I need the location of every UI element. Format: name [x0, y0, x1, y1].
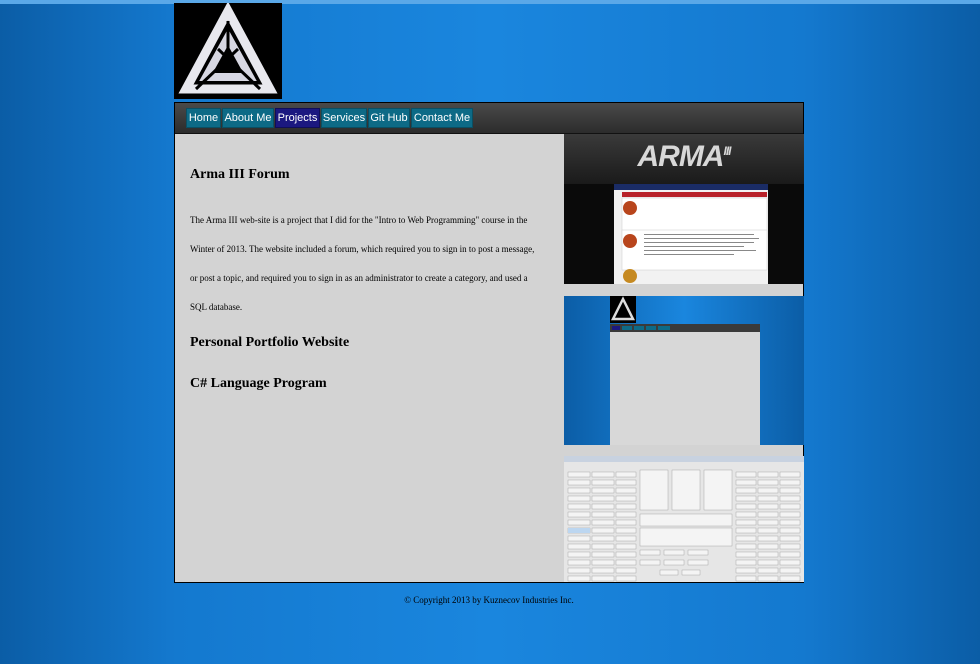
project-title-arma: Arma III Forum — [190, 167, 290, 182]
project-title-csharp: C# Language Program — [190, 376, 327, 391]
project-description-arma: The Arma III web-site is a project that … — [190, 215, 535, 312]
nav-contact-me[interactable]: Contact Me — [411, 108, 473, 128]
nav-services[interactable]: Services — [321, 108, 367, 128]
portfolio-screenshot[interactable] — [564, 296, 804, 445]
site-logo[interactable] — [174, 1, 282, 99]
footer-copyright: © Copyright 2013 by Kuznecov Industries … — [404, 595, 574, 605]
nav-projects[interactable]: Projects — [275, 108, 320, 128]
portfolio-image — [610, 296, 760, 445]
csharp-program-image — [564, 456, 804, 582]
nav-bar: Home About Me Projects Services Git Hub … — [175, 103, 803, 134]
main-wrapper: Home About Me Projects Services Git Hub … — [174, 102, 804, 583]
arma-forum-screenshot[interactable]: ARMAIII — [564, 134, 804, 284]
nav-about-me[interactable]: About Me — [222, 108, 274, 128]
projects-content: Arma III Forum The Arma III web-site is … — [175, 134, 565, 582]
triangle-logo-icon — [178, 1, 278, 94]
arma-logo-text: ARMAIII — [637, 140, 731, 173]
csharp-program-screenshot[interactable] — [564, 456, 804, 582]
nav-home[interactable]: Home — [186, 108, 221, 128]
nav-git-hub[interactable]: Git Hub — [368, 108, 410, 128]
project-title-portfolio: Personal Portfolio Website — [190, 335, 350, 350]
